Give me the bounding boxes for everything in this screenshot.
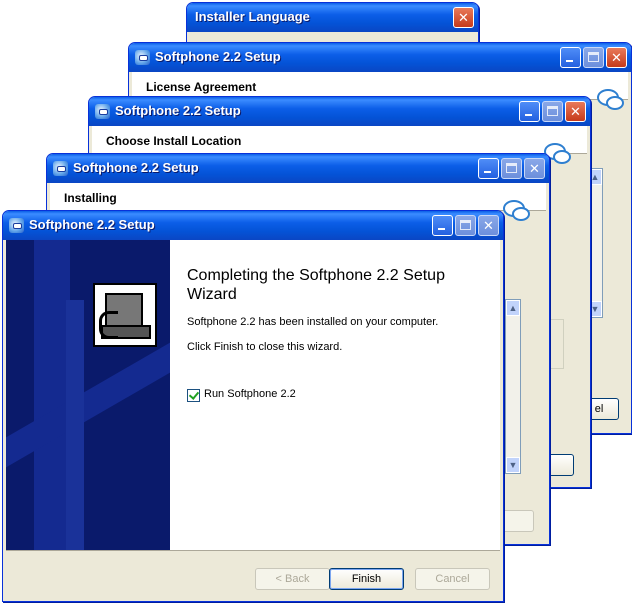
close-button[interactable]: ✕ [453, 7, 474, 28]
maximize-button [455, 215, 476, 236]
window-title: Softphone 2.2 Setup [29, 217, 155, 232]
finish-button[interactable]: Finish [329, 568, 404, 590]
page-header: Installing [64, 191, 117, 205]
minimize-button[interactable] [519, 101, 540, 122]
maximize-icon [547, 106, 558, 116]
minimize-button[interactable] [432, 215, 453, 236]
close-icon: ✕ [570, 104, 581, 119]
run-softphone-label: Run Softphone 2.2 [204, 388, 296, 400]
scroll-up-button[interactable]: ▲ [506, 300, 520, 316]
title-bar[interactable]: Softphone 2.2 Setup ✕ [89, 97, 590, 126]
chat-bubbles-icon [594, 83, 626, 115]
title-bar[interactable]: Installer Language ✕ [187, 3, 478, 32]
maximize-icon [506, 163, 517, 173]
maximize-button [583, 47, 604, 68]
app-icon [53, 161, 68, 176]
minimize-icon [484, 171, 491, 173]
header-band: Installing [50, 183, 546, 221]
minimize-icon [525, 114, 532, 116]
close-icon: ✕ [529, 161, 540, 176]
window-title: Softphone 2.2 Setup [115, 103, 241, 118]
details-scrollbar[interactable]: ▲ ▼ [505, 299, 521, 474]
minimize-button[interactable] [478, 158, 499, 179]
window-title: Installer Language [195, 9, 310, 24]
maximize-icon [460, 220, 471, 230]
installed-message: Softphone 2.2 has been installed on your… [187, 316, 439, 328]
close-button[interactable]: ✕ [565, 101, 586, 122]
close-icon: ✕ [611, 50, 622, 65]
title-bar[interactable]: Softphone 2.2 Setup ✕ [129, 43, 631, 72]
minimize-icon [566, 60, 573, 62]
scroll-down-button[interactable]: ▼ [506, 457, 520, 473]
chat-bubbles-icon [500, 194, 532, 226]
app-icon [135, 50, 150, 65]
window-title: Softphone 2.2 Setup [155, 49, 281, 64]
maximize-button [501, 158, 522, 179]
header-band: Choose Install Location [92, 126, 587, 164]
finish-content: Completing the Softphone 2.2 Setup Wizar… [170, 240, 500, 550]
minimize-icon [438, 228, 445, 230]
close-button: ✕ [478, 215, 499, 236]
close-icon: ✕ [458, 10, 469, 25]
close-icon: ✕ [483, 218, 494, 233]
run-softphone-option[interactable]: Run Softphone 2.2 [187, 388, 387, 404]
page-header: License Agreement [146, 80, 257, 94]
maximize-icon [588, 52, 599, 62]
button-bar: < Back Finish Cancel [6, 550, 500, 601]
title-bar[interactable]: Softphone 2.2 Setup ✕ [3, 211, 503, 240]
page-header: Choose Install Location [106, 134, 242, 148]
finish-window: Softphone 2.2 Setup ✕ Completing the Sof… [2, 210, 504, 602]
wizard-side-banner [6, 240, 170, 550]
minimize-button[interactable] [560, 47, 581, 68]
back-button: < Back [255, 568, 330, 590]
close-button: ✕ [524, 158, 545, 179]
title-bar[interactable]: Softphone 2.2 Setup ✕ [47, 154, 549, 183]
close-instruction: Click Finish to close this wizard. [187, 341, 343, 353]
app-icon [95, 104, 110, 119]
page-title: Completing the Softphone 2.2 Setup Wizar… [187, 267, 445, 303]
app-icon [9, 218, 24, 233]
softphone-logo-icon [93, 283, 157, 347]
cancel-button: Cancel [415, 568, 490, 590]
close-button[interactable]: ✕ [606, 47, 627, 68]
maximize-button [542, 101, 563, 122]
window-title: Softphone 2.2 Setup [73, 160, 199, 175]
run-softphone-checkbox[interactable] [187, 389, 200, 402]
